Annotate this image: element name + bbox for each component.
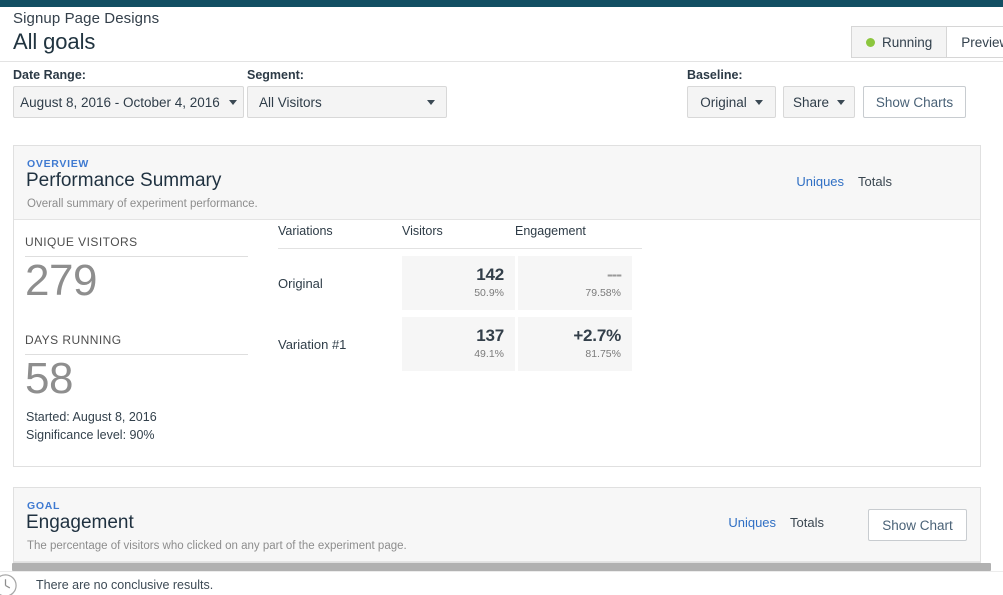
goal-toggle-uniques[interactable]: Uniques [728, 515, 776, 530]
baseline-value: Original [700, 94, 747, 110]
variation-name: Variation #1 [278, 336, 347, 352]
share-dropdown[interactable]: Share [783, 86, 855, 118]
date-range-value: August 8, 2016 - October 4, 2016 [20, 94, 220, 110]
unique-visitors-value: 279 [25, 256, 97, 305]
show-charts-button[interactable]: Show Charts [863, 86, 966, 118]
column-header-visitors: Visitors [402, 224, 443, 238]
filter-bar: Date Range: August 8, 2016 - October 4, … [0, 61, 1003, 135]
show-chart-label: Show Chart [882, 517, 953, 533]
summary-description: Overall summary of experiment performanc… [27, 198, 258, 210]
engagement-cell: +2.7% 81.75% [518, 317, 632, 371]
goal-title: Engagement [26, 512, 134, 533]
results-status-message: There are no conclusive results. [36, 578, 214, 592]
results-status-bar: There are no conclusive results. [0, 571, 1003, 595]
segment-dropdown[interactable]: All Visitors [247, 86, 447, 118]
summary-title: Performance Summary [26, 170, 222, 191]
table-row: Variation #1 137 49.1% +2.7% 81.75% [278, 317, 642, 371]
chevron-down-icon [837, 99, 846, 105]
performance-summary-body: UNIQUE VISITORS 279 DAYS RUNNING 58 Star… [14, 220, 980, 466]
page-header: Signup Page Designs All goals Running Pr… [0, 7, 1003, 61]
variation-name: Original [278, 275, 323, 291]
started-date: Started: August 8, 2016 [26, 410, 157, 424]
segment-value: All Visitors [259, 94, 322, 110]
summary-eyebrow: OVERVIEW [27, 158, 90, 170]
visitors-count: 137 [476, 326, 504, 345]
variations-table-header: Variations Visitors Engagement [278, 224, 642, 249]
top-accent-bar [0, 0, 1003, 7]
status-badge[interactable]: Running [851, 26, 947, 58]
clock-icon [0, 574, 17, 595]
column-header-variations: Variations [278, 224, 333, 238]
date-range-label: Date Range: [13, 68, 86, 82]
visitors-percent: 50.9% [474, 287, 504, 299]
summary-toggle-uniques[interactable]: Uniques [796, 174, 844, 189]
baseline-label: Baseline: [687, 68, 743, 82]
summary-metric-toggle: Uniques Totals [796, 174, 892, 189]
table-row: Original 142 50.9% --- 79.58% [278, 256, 642, 310]
experiment-name: Signup Page Designs [13, 10, 160, 27]
summary-toggle-totals[interactable]: Totals [858, 174, 892, 189]
date-range-dropdown[interactable]: August 8, 2016 - October 4, 2016 [13, 86, 244, 118]
significance-level: Significance level: 90% [26, 428, 155, 442]
variations-table: Variations Visitors Engagement Original … [278, 224, 642, 371]
preview-button-label: Preview [961, 34, 1003, 50]
days-running-value: 58 [25, 354, 73, 403]
unique-visitors-label: UNIQUE VISITORS [25, 235, 248, 257]
engagement-cell: --- 79.58% [518, 256, 632, 310]
engagement-goal-panel: GOAL Engagement The percentage of visito… [13, 487, 981, 563]
visitors-cell: 137 49.1% [402, 317, 515, 371]
engagement-goal-header: GOAL Engagement The percentage of visito… [14, 488, 980, 562]
chevron-down-icon [427, 99, 435, 105]
experiment-results-page: Signup Page Designs All goals Running Pr… [0, 0, 1003, 595]
share-label: Share [792, 94, 830, 110]
engagement-rate: 79.58% [585, 287, 621, 299]
engagement-lift: +2.7% [573, 326, 621, 345]
goal-toggle-totals[interactable]: Totals [790, 515, 824, 530]
visitors-cell: 142 50.9% [402, 256, 515, 310]
column-header-engagement: Engagement [515, 224, 586, 238]
engagement-lift: --- [607, 265, 622, 284]
preview-button[interactable]: Preview [946, 26, 1003, 58]
chevron-down-icon [754, 99, 763, 105]
segment-label: Segment: [247, 68, 304, 82]
show-chart-button[interactable]: Show Chart [868, 509, 967, 541]
visitors-percent: 49.1% [474, 348, 504, 360]
chevron-down-icon [228, 99, 237, 105]
baseline-dropdown[interactable]: Original [687, 86, 776, 118]
header-actions: Running Preview [851, 26, 1003, 58]
show-charts-label: Show Charts [875, 94, 954, 110]
performance-summary-panel: OVERVIEW Performance Summary Overall sum… [13, 145, 981, 467]
status-badge-label: Running [882, 34, 933, 50]
goal-metric-toggle: Uniques Totals [728, 515, 824, 530]
goal-eyebrow: GOAL [27, 500, 61, 512]
engagement-rate: 81.75% [585, 348, 621, 360]
days-running-label: DAYS RUNNING [25, 333, 248, 355]
page-title: All goals [13, 29, 96, 54]
visitors-count: 142 [476, 265, 504, 284]
goal-description: The percentage of visitors who clicked o… [27, 540, 407, 552]
status-dot-icon [866, 37, 875, 47]
horizontal-scrollbar[interactable] [12, 563, 991, 571]
performance-summary-header: OVERVIEW Performance Summary Overall sum… [14, 146, 980, 220]
